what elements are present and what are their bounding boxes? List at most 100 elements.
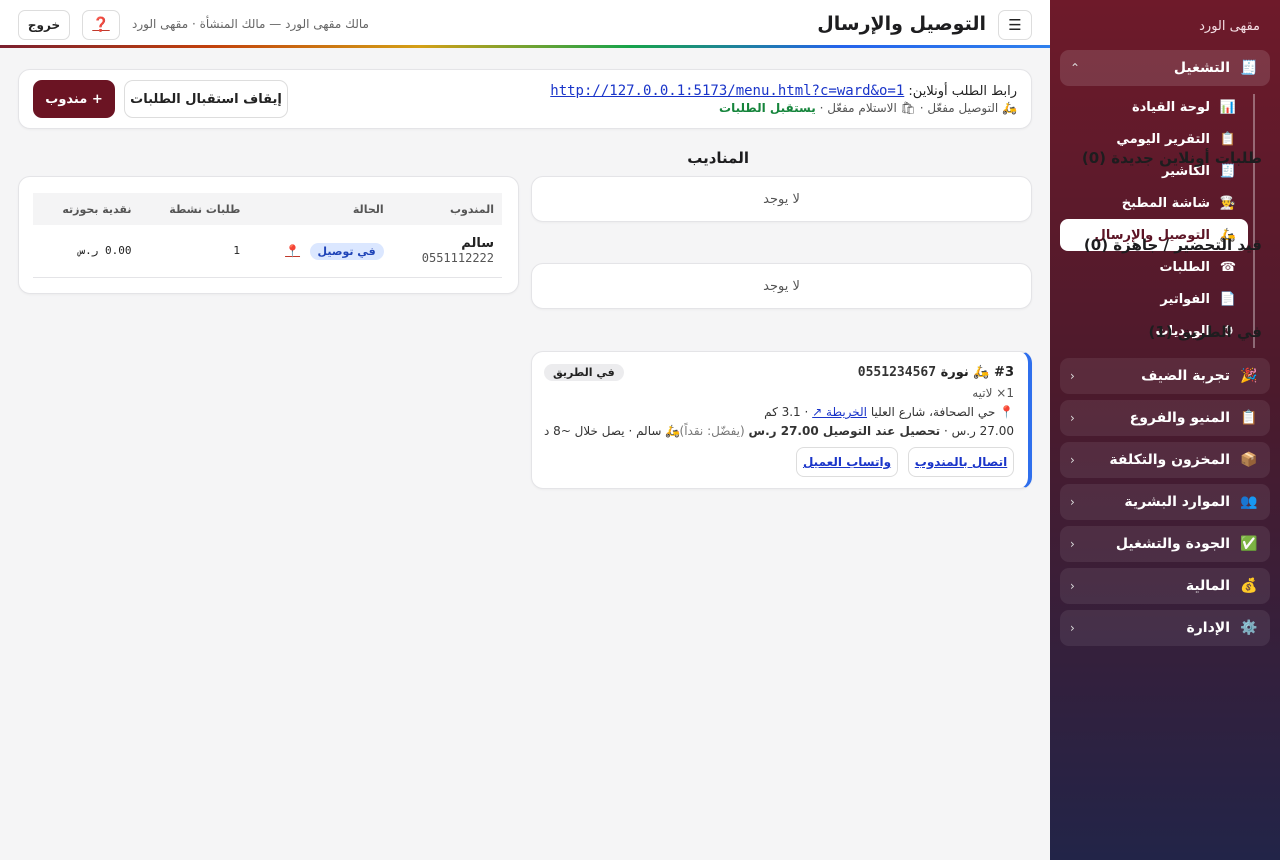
add-driver-button[interactable]: + مندوب [33, 80, 115, 118]
status-cell: في توصيل 📍 [248, 225, 392, 278]
nav-item-orders[interactable]: ☎ الطلبات [1060, 251, 1248, 283]
drivers-title: المناديب [687, 149, 749, 167]
nav-group-admin[interactable]: ⚙️ الإدارة ‹ [1060, 610, 1270, 646]
logout-button[interactable]: خروج [18, 10, 70, 40]
whatsapp-customer-button[interactable]: واتساب العميل [796, 447, 898, 477]
header-accent-bar [0, 45, 1050, 48]
nav-group-label: تجربة الضيف [1141, 368, 1230, 384]
nav-item-invoices[interactable]: 📄 الفواتير [1060, 283, 1248, 315]
money-bag-icon: 💰 [1240, 578, 1258, 594]
brand-name: مقهى الورد [1199, 19, 1260, 34]
sidebar: مقهى الورد 🧾 التشغيل ⌃ 📊 لوحة القيادة 📋 … [1050, 0, 1280, 860]
chevron-up-icon: ⌃ [1070, 61, 1081, 75]
online-status-text: 🛵 التوصيل مفعّل · 🛍 الاستلام مفعّل · [819, 101, 1017, 115]
cash-on-delivery: تحصيل عند التوصيل 27.00 ر.س [748, 424, 941, 438]
preparing-orders-empty: لا يوجد [531, 263, 1032, 309]
online-link-label: رابط الطلب أونلاين: [908, 84, 1017, 99]
gear-icon: ⚙️ [1240, 620, 1258, 636]
driver-cell: سالم 0551112222 [391, 225, 502, 278]
nav-group-finance[interactable]: 💰 المالية ‹ [1060, 568, 1270, 604]
nav-group-menu-branches[interactable]: 📋 المنيو والفروع ‹ [1060, 400, 1270, 436]
accepting-orders-status: يستقبل الطلبات [719, 101, 816, 115]
nav-group-quality[interactable]: ✅ الجودة والتشغيل ‹ [1060, 526, 1270, 562]
payment-preference: (يفضّل: نقداً) [679, 424, 745, 438]
clipboard-icon: 📋 [1240, 410, 1258, 426]
question-icon: ❓ [92, 17, 110, 33]
column-header-cash: نقدية بحوزته [33, 193, 140, 225]
nav-group-operations[interactable]: 🧾 التشغيل ⌃ [1060, 50, 1270, 86]
nav-item-kitchen-screen[interactable]: 👨‍🍳 شاشة المطبخ [1060, 187, 1248, 219]
on-the-way-title: في الطريق (1) [1148, 323, 1262, 341]
order-card: #3 🛵 نورة 0551234567 في الطريق 1× لاتيه … [531, 351, 1032, 489]
nav-group-label: التشغيل [1173, 60, 1230, 76]
driver-name: سالم [461, 236, 494, 252]
column-header-driver: المندوب [391, 193, 502, 225]
clipboard-icon: 📋 [1219, 131, 1237, 147]
page-title: التوصيل والإرسال [817, 13, 986, 35]
chevron-left-icon: ‹ [1070, 369, 1075, 383]
nav-item-label: لوحة القيادة [1131, 99, 1210, 115]
column-header-status: الحالة [248, 193, 392, 225]
new-online-orders-empty: لا يوجد [531, 176, 1032, 222]
nav-group-inventory-cost[interactable]: 📦 المخزون والتكلفة ‹ [1060, 442, 1270, 478]
receipt-icon: 🧾 [1240, 60, 1258, 76]
package-icon: 📦 [1240, 452, 1258, 468]
map-link[interactable]: الخريطة ↗ [812, 405, 867, 419]
scooter-icon: 🛵 [973, 365, 990, 380]
menu-toggle-button[interactable]: ☰ [998, 10, 1032, 40]
customer-name: نورة [940, 365, 969, 380]
nav-item-label: الطلبات [1159, 259, 1210, 275]
party-icon: 🎉 [1240, 368, 1258, 384]
call-driver-link[interactable]: اتصال بالمندوب [915, 455, 1007, 469]
order-items: 1× لاتيه [972, 386, 1014, 400]
nav-item-label: التقرير اليومي [1116, 131, 1210, 147]
online-status-row: 🛵 التوصيل مفعّل · 🛍 الاستلام مفعّل · يست… [719, 101, 1017, 115]
nav-item-label: الفواتير [1160, 291, 1210, 307]
cash-cell: 0.00 ر.س [33, 225, 140, 278]
phone-icon: ☎ [1219, 259, 1237, 275]
nav-item-label: شاشة المطبخ [1121, 195, 1210, 211]
nav-item-dashboard[interactable]: 📊 لوحة القيادة [1060, 91, 1248, 123]
nav-group-label: الموارد البشرية [1124, 494, 1230, 510]
preparing-orders-title: قيد التحضير / جاهزة (0) [1083, 236, 1262, 254]
online-order-url[interactable]: http://127.0.0.1:5173/menu.html?c=ward&o… [550, 83, 904, 99]
help-button[interactable]: ❓ [82, 10, 120, 40]
hamburger-icon: ☰ [1008, 16, 1022, 34]
order-total: 27.00 ر.س · [943, 424, 1014, 438]
online-order-link-card: رابط الطلب أونلاين: http://127.0.0.1:517… [18, 69, 1032, 129]
check-icon: ✅ [1240, 536, 1258, 552]
chevron-left-icon: ‹ [1070, 537, 1075, 551]
chevron-left-icon: ‹ [1070, 579, 1075, 593]
user-info: مالك مقهى الورد — مالك المنشأة · مقهى ال… [132, 17, 369, 31]
chef-icon: 👨‍🍳 [1219, 195, 1237, 211]
chevron-left-icon: ‹ [1070, 495, 1075, 509]
nav-group-label: المالية [1185, 578, 1230, 594]
nav-group-label: الإدارة [1186, 620, 1230, 636]
customer-phone: 0551234567 [857, 365, 937, 380]
column-header-active-orders: طلبات نشطة [139, 193, 249, 225]
whatsapp-customer-link[interactable]: واتساب العميل [803, 455, 891, 469]
table-header-row: المندوب الحالة طلبات نشطة نقدية بحوزته [33, 193, 502, 225]
nav-group-hr[interactable]: 👥 الموارد البشرية ‹ [1060, 484, 1270, 520]
drivers-card: المندوب الحالة طلبات نشطة نقدية بحوزته س… [18, 176, 519, 294]
topbar: ☰ التوصيل والإرسال مالك مقهى الورد — مال… [0, 0, 1050, 48]
location-pin-icon[interactable]: 📍 [285, 244, 300, 258]
stop-accepting-orders-button[interactable]: إيقاف استقبال الطلبات [124, 80, 288, 118]
driver-status-badge: في توصيل [309, 242, 384, 260]
people-icon: 👥 [1240, 494, 1258, 510]
active-orders-cell: 1 [139, 225, 249, 278]
call-driver-button[interactable]: اتصال بالمندوب [908, 447, 1014, 477]
nav-group-guest-experience[interactable]: 🎉 تجربة الضيف ‹ [1060, 358, 1270, 394]
new-online-orders-title: طلبات أونلاين جديدة (0) [1081, 149, 1262, 167]
order-header: #3 🛵 نورة 0551234567 [858, 365, 1014, 380]
order-status-badge: في الطريق [544, 364, 624, 381]
nav-group-label: الجودة والتشغيل [1115, 536, 1230, 552]
chevron-left-icon: ‹ [1070, 453, 1075, 467]
order-eta: 🛵 سالم · يصل خلال ~8 د [544, 424, 681, 438]
order-number: #3 [994, 365, 1014, 380]
drivers-table: المندوب الحالة طلبات نشطة نقدية بحوزته س… [33, 193, 502, 278]
document-icon: 📄 [1219, 291, 1237, 307]
nav-group-label: المنيو والفروع [1129, 410, 1230, 426]
order-distance: · 3.1 كم [764, 405, 809, 419]
order-address: 📍 حي الصحافة، شارع العليا [870, 405, 1014, 419]
